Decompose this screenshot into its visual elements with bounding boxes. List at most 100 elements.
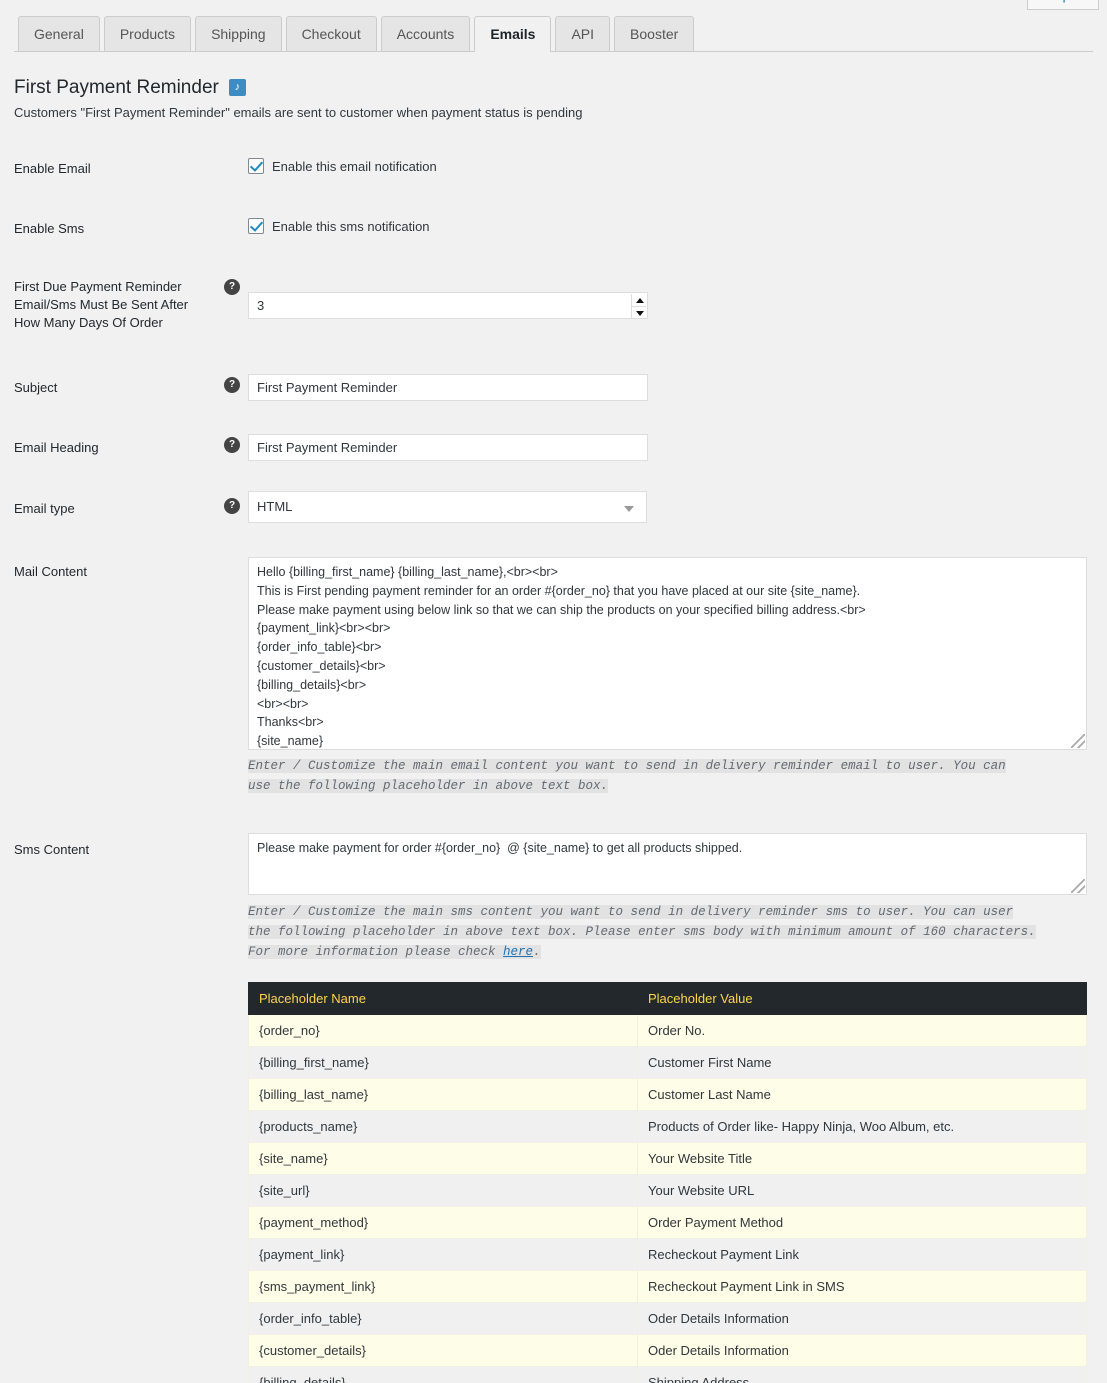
table-row: {order_info_table} Oder Details Informati… [248, 1302, 1087, 1335]
email-type-select[interactable]: HTML [248, 491, 647, 523]
number-stepper[interactable] [631, 294, 646, 318]
placeholder-name-cell: {billing_details} [248, 1366, 638, 1383]
placeholder-name-cell: {customer_details} [248, 1334, 638, 1367]
table-row: {order_no} Order No. [248, 1014, 1087, 1047]
tab-api[interactable]: API [555, 16, 611, 51]
mail-content-textarea[interactable]: Hello {billing_first_name} {billing_last… [248, 557, 1087, 750]
sms-content-description-line2: the following placeholder in above text … [248, 925, 1036, 939]
help-button-label: Help [1043, 0, 1070, 3]
sms-content-description-line3: For more information please check here. [248, 945, 541, 959]
tab-checkout[interactable]: Checkout [285, 16, 377, 51]
placeholder-name-cell: {payment_link} [248, 1238, 638, 1271]
days-after-order-input[interactable]: 3 [248, 292, 648, 319]
help-button[interactable]: Help▼ [1027, 0, 1099, 10]
stepper-down-icon[interactable] [632, 307, 646, 318]
enable-email-checkbox[interactable]: Enable this email notification [248, 158, 437, 174]
help-icon[interactable]: ? [224, 279, 240, 295]
placeholder-name-cell: {payment_method} [248, 1206, 638, 1239]
placeholder-value-cell: Your Website Title [637, 1142, 1087, 1175]
enable-sms-label: Enable Sms [14, 221, 85, 236]
placeholder-value-cell: Customer First Name [637, 1046, 1087, 1079]
mail-content-label: Mail Content [14, 564, 87, 579]
enable-sms-checkbox[interactable]: Enable this sms notification [248, 218, 430, 234]
resize-handle-icon[interactable] [1071, 734, 1085, 748]
tab-general[interactable]: General [18, 16, 100, 51]
checkbox-checked-icon[interactable] [248, 158, 264, 174]
placeholder-name-cell: {sms_payment_link} [248, 1270, 638, 1303]
email-heading-input[interactable]: First Payment Reminder [248, 434, 648, 461]
page-description: Customers "First Payment Reminder" email… [14, 105, 583, 120]
table-row: {sms_payment_link} Recheckout Payment Lin… [248, 1270, 1087, 1303]
tab-products[interactable]: Products [103, 16, 192, 51]
chevron-down-icon: ▼ [1073, 0, 1083, 3]
chevron-down-icon [624, 506, 634, 512]
sms-content-description-line1: Enter / Customize the main sms content y… [248, 905, 1014, 919]
mail-content-description-line2: use the following placeholder in above t… [248, 779, 609, 793]
table-row: {payment_link} Recheckout Payment Link [248, 1238, 1087, 1271]
placeholder-value-cell: Oder Details Information [637, 1302, 1087, 1335]
mail-content-description-line1: Enter / Customize the main email content… [248, 759, 1006, 773]
email-type-label: Email type [14, 501, 75, 516]
subject-label: Subject [14, 380, 58, 395]
help-icon[interactable]: ? [224, 437, 240, 453]
checkbox-checked-icon[interactable] [248, 218, 264, 234]
placeholder-name-cell: {site_url} [248, 1174, 638, 1207]
placeholder-name-cell: {order_no} [248, 1014, 638, 1047]
settings-page: Help▼ GeneralProductsShippingCheckoutAcc… [0, 0, 1107, 1383]
email-heading-value: First Payment Reminder [257, 440, 398, 455]
help-icon[interactable]: ? [224, 377, 240, 393]
placeholder-name-cell: {products_name} [248, 1110, 638, 1143]
placeholder-value-cell: Your Website URL [637, 1174, 1087, 1207]
sms-desc-post: . [533, 945, 541, 959]
days-after-order-label: First Due Payment Reminder Email/Sms Mus… [14, 279, 189, 330]
table-column-header: Placeholder Name [248, 982, 638, 1015]
placeholder-value-cell: Order Payment Method [637, 1206, 1087, 1239]
placeholder-value-cell: Recheckout Payment Link in SMS [637, 1270, 1087, 1303]
placeholder-value-cell: Products of Order like- Happy Ninja, Woo… [637, 1110, 1087, 1143]
placeholder-value-cell: Order No. [637, 1014, 1087, 1047]
subject-input[interactable]: First Payment Reminder [248, 374, 648, 401]
enable-sms-checkbox-label: Enable this sms notification [272, 218, 430, 234]
tab-shipping[interactable]: Shipping [195, 16, 282, 51]
table-row: {site_url} Your Website URL [248, 1174, 1087, 1207]
table-row: {products_name} Products of Order like- H… [248, 1110, 1087, 1143]
more-info-link[interactable]: here [503, 945, 533, 959]
placeholder-name-cell: {site_name} [248, 1142, 638, 1175]
enable-email-label: Enable Email [14, 161, 91, 176]
enable-email-checkbox-label: Enable this email notification [272, 158, 437, 174]
stepper-up-icon[interactable] [632, 294, 646, 307]
tab-accounts[interactable]: Accounts [380, 16, 471, 51]
tab-booster[interactable]: Booster [614, 16, 695, 51]
days-after-order-value: 3 [257, 298, 265, 313]
email-type-value: HTML [257, 499, 293, 514]
placeholder-value-cell: Recheckout Payment Link [637, 1238, 1087, 1271]
table-column-header: Placeholder Value [637, 982, 1087, 1015]
placeholder-name-cell: {billing_last_name} [248, 1078, 638, 1111]
table-row: {site_name} Your Website Title [248, 1142, 1087, 1175]
note-badge-icon: ♪ [228, 79, 246, 97]
placeholder-table: Placeholder Name Placeholder Value {order… [248, 982, 1087, 1383]
placeholder-name-cell: {billing_first_name} [248, 1046, 638, 1079]
table-row: {customer_details} Oder Details Informati… [248, 1334, 1087, 1367]
placeholder-value-cell: Shipping Address [637, 1366, 1087, 1383]
tab-emails[interactable]: Emails [474, 16, 552, 52]
table-row: {payment_method} Order Payment Method [248, 1206, 1087, 1239]
sms-content-textarea[interactable]: Please make payment for order #{order_no… [248, 833, 1087, 895]
sms-desc-pre: For more information please check [248, 945, 504, 959]
email-heading-label: Email Heading [14, 440, 99, 455]
placeholder-value-cell: Oder Details Information [637, 1334, 1087, 1367]
page-title: First Payment Reminder ♪ [14, 77, 246, 99]
table-row: {billing_first_name} Customer First Name [248, 1046, 1087, 1079]
subject-value: First Payment Reminder [257, 380, 398, 395]
sms-content-description: Enter / Customize the main sms content y… [248, 902, 1093, 962]
table-header-row: Placeholder Name Placeholder Value [248, 982, 1087, 1015]
placeholder-name-cell: {order_info_table} [248, 1302, 638, 1335]
table-row: {billing_details} Shipping Address [248, 1366, 1087, 1383]
mail-content-description: Enter / Customize the main email content… [248, 756, 1078, 796]
help-icon[interactable]: ? [224, 498, 240, 514]
sms-content-label: Sms Content [14, 842, 90, 857]
placeholder-value-cell: Customer Last Name [637, 1078, 1087, 1111]
resize-handle-icon[interactable] [1071, 879, 1085, 893]
table-row: {billing_last_name} Customer Last Name [248, 1078, 1087, 1111]
settings-tabs: General Products Shipping Checkout Accounts E… [14, 16, 1093, 52]
